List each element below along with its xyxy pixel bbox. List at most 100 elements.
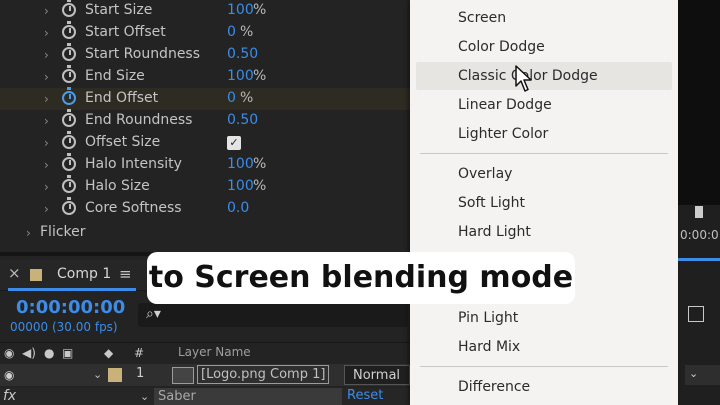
- search-icon[interactable]: ⌕▾: [146, 306, 161, 322]
- property-row-offset-size[interactable]: › Offset Size ✓: [0, 131, 410, 154]
- stopwatch-icon[interactable]: [62, 131, 76, 149]
- video-caption: to Screen blending mode: [147, 252, 575, 304]
- property-label: Start Offset: [85, 24, 166, 40]
- chevron-right-icon[interactable]: ›: [44, 4, 49, 18]
- layer-search-input[interactable]: [138, 303, 408, 327]
- property-label: End Offset: [85, 90, 159, 106]
- layer-number: 1: [136, 366, 145, 381]
- property-value[interactable]: 0.50: [227, 46, 258, 62]
- property-label: End Roundness: [85, 112, 193, 128]
- menu-item-hard-light[interactable]: Hard Light: [410, 218, 678, 246]
- property-row-core-softness[interactable]: › Core Softness 0.0: [0, 197, 410, 220]
- eye-icon[interactable]: ◉: [4, 346, 14, 360]
- property-row-start-size[interactable]: › Start Size 100 %: [0, 0, 410, 22]
- chevron-right-icon[interactable]: ›: [44, 136, 49, 150]
- property-unit: %: [253, 156, 267, 172]
- mouse-pointer-icon: [515, 65, 532, 92]
- solo-icon[interactable]: ●: [44, 346, 54, 360]
- property-label: Halo Size: [85, 178, 150, 194]
- active-tab-indicator: [678, 258, 720, 261]
- comp-color-swatch: [30, 269, 42, 281]
- menu-item-difference[interactable]: Difference: [410, 373, 678, 401]
- layer-number-header[interactable]: #: [134, 346, 144, 360]
- property-row-halo-intensity[interactable]: › Halo Intensity 100 %: [0, 153, 410, 176]
- stopwatch-icon[interactable]: [62, 0, 76, 17]
- composition-viewer-edge: [678, 0, 720, 405]
- property-label: Core Softness: [85, 200, 182, 216]
- close-icon[interactable]: ×: [8, 264, 21, 282]
- chevron-right-icon[interactable]: ›: [44, 48, 49, 62]
- time-marker[interactable]: [695, 206, 703, 218]
- property-value[interactable]: 100: [227, 68, 254, 84]
- menu-item-linear-dodge[interactable]: Linear Dodge: [410, 91, 678, 119]
- property-value[interactable]: 100: [227, 2, 254, 18]
- property-label: Start Size: [85, 2, 153, 18]
- menu-item-color-dodge[interactable]: Color Dodge: [410, 33, 678, 61]
- property-row-end-size[interactable]: › End Size 100 %: [0, 65, 410, 88]
- chevron-right-icon[interactable]: ›: [44, 180, 49, 194]
- lock-icon[interactable]: ▣: [62, 346, 73, 360]
- property-row-end-roundness[interactable]: › End Roundness 0.50: [0, 109, 410, 132]
- property-value[interactable]: 100: [227, 156, 254, 172]
- property-label: Offset Size: [85, 134, 161, 150]
- after-effects-workspace: › Start Size 100 % › Start Offset 0 % › …: [0, 0, 720, 405]
- stopwatch-icon[interactable]: [62, 197, 76, 215]
- flicker-group-label[interactable]: Flicker: [40, 224, 86, 240]
- viewer-canvas: [678, 0, 720, 205]
- menu-item-classic-color-dodge[interactable]: Classic Color Dodge: [416, 62, 672, 90]
- chevron-right-icon[interactable]: ›: [44, 158, 49, 172]
- menu-item-overlay[interactable]: Overlay: [410, 160, 678, 188]
- property-value[interactable]: 0.50: [227, 112, 258, 128]
- stopwatch-icon[interactable]: [62, 153, 76, 171]
- menu-item-soft-light[interactable]: Soft Light: [410, 189, 678, 217]
- stopwatch-icon[interactable]: [62, 65, 76, 83]
- chevron-right-icon[interactable]: ›: [26, 226, 31, 240]
- chevron-down-icon[interactable]: ⌄: [140, 390, 149, 403]
- mode-dropdown[interactable]: ⌄: [685, 365, 720, 385]
- chevron-right-icon[interactable]: ›: [44, 70, 49, 84]
- stopwatch-icon[interactable]: [62, 21, 76, 39]
- label-tag-icon[interactable]: ◆: [104, 346, 113, 360]
- layer-name[interactable]: [Logo.png Comp 1]: [197, 365, 330, 384]
- property-value[interactable]: 0: [227, 24, 236, 40]
- layer-name-header[interactable]: Layer Name: [178, 345, 251, 359]
- property-row-end-offset[interactable]: › End Offset 0 %: [0, 87, 410, 110]
- speaker-icon[interactable]: ◀): [22, 346, 36, 360]
- stopwatch-icon[interactable]: [62, 109, 76, 127]
- layer-label-color[interactable]: [108, 368, 122, 382]
- stopwatch-icon[interactable]: [62, 87, 76, 105]
- menu-item-hard-mix[interactable]: Hard Mix: [410, 333, 678, 361]
- chevron-down-icon[interactable]: ⌄: [93, 368, 102, 381]
- property-unit: %: [240, 90, 254, 106]
- active-tab-indicator: [8, 288, 136, 291]
- stopwatch-icon[interactable]: [62, 43, 76, 61]
- menu-separator: [420, 366, 668, 367]
- property-value[interactable]: 0.0: [227, 200, 249, 216]
- menu-item-lighter-color[interactable]: Lighter Color: [410, 120, 678, 148]
- property-row-start-offset[interactable]: › Start Offset 0 %: [0, 21, 410, 44]
- hamburger-menu-icon[interactable]: ≡: [119, 265, 132, 283]
- menu-item-pin-light[interactable]: Pin Light: [410, 304, 678, 332]
- current-timecode[interactable]: 0:00:00:00: [16, 297, 125, 318]
- chevron-right-icon[interactable]: ›: [44, 202, 49, 216]
- fx-icon[interactable]: fx: [3, 388, 16, 404]
- stopwatch-icon[interactable]: [62, 175, 76, 193]
- tab-comp-1[interactable]: Comp 1: [57, 266, 111, 282]
- blend-mode-dropdown[interactable]: Normal: [344, 365, 410, 385]
- property-label: Start Roundness: [85, 46, 201, 62]
- menu-item-screen[interactable]: Screen: [410, 4, 678, 32]
- frame-rate-readout: 00000 (30.00 fps): [10, 320, 118, 334]
- effect-name[interactable]: Saber: [154, 388, 342, 405]
- precomp-icon: [172, 367, 194, 384]
- property-row-start-roundness[interactable]: › Start Roundness 0.50: [0, 43, 410, 66]
- chevron-right-icon[interactable]: ›: [44, 26, 49, 40]
- chevron-right-icon[interactable]: ›: [44, 114, 49, 128]
- chevron-right-icon[interactable]: ›: [44, 92, 49, 106]
- offset-size-checkbox[interactable]: ✓: [227, 136, 241, 150]
- reset-link[interactable]: Reset: [347, 388, 383, 403]
- composition-flowchart-icon[interactable]: [688, 306, 704, 322]
- property-value[interactable]: 0: [227, 90, 236, 106]
- property-value[interactable]: 100: [227, 178, 254, 194]
- eye-icon[interactable]: ◉: [4, 368, 14, 382]
- property-row-halo-size[interactable]: › Halo Size 100 %: [0, 175, 410, 198]
